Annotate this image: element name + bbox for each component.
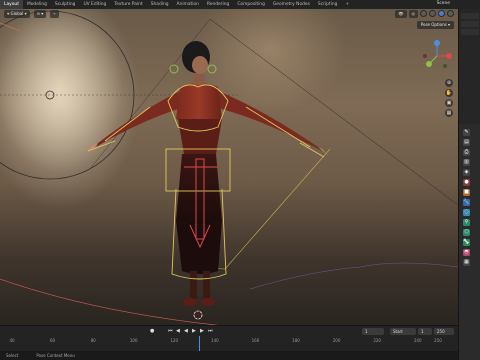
ruler-tick-label: 250 xyxy=(434,338,442,343)
next-keyframe-icon[interactable]: ▶ xyxy=(200,328,204,335)
jump-end-icon[interactable]: ⏭ xyxy=(208,328,213,335)
prev-keyframe-icon[interactable]: ◀ xyxy=(176,328,180,335)
workspace-tab-animation[interactable]: Animation xyxy=(173,0,203,9)
shading-controls: 👁 ◎ xyxy=(395,10,454,18)
orientation-label: Global xyxy=(10,11,24,16)
texture-properties-icon[interactable]: ▦ xyxy=(463,259,470,266)
workspace-tab-compositing[interactable]: Compositing xyxy=(233,0,269,9)
ruler-tick-label: 240 xyxy=(413,338,422,343)
play-icon[interactable]: ▶ xyxy=(192,328,196,335)
wireframe-shading-icon[interactable] xyxy=(420,10,427,17)
ruler-tick-label: 160 xyxy=(251,338,260,343)
view-layer-icon[interactable]: ▥ xyxy=(463,159,470,166)
end-frame-field[interactable]: 250 xyxy=(434,328,454,335)
ik-bone-line[interactable] xyxy=(224,148,331,270)
physics-properties-icon[interactable]: ◌ xyxy=(463,209,470,216)
workspace-tab-modeling[interactable]: Modeling xyxy=(23,0,51,9)
gizmo-y-axis-icon[interactable] xyxy=(426,61,432,67)
visibility-icon[interactable]: 👁 xyxy=(395,10,407,18)
play-reverse-icon[interactable]: ◀ xyxy=(184,328,188,335)
pan-hand-icon[interactable]: ✋ xyxy=(445,89,453,97)
ruler-tick-label: 220 xyxy=(373,338,381,343)
outliner-panel[interactable] xyxy=(459,9,480,124)
transform-orientation-dropdown[interactable]: ⌖ Global ▾ xyxy=(4,10,30,18)
ruler-tick-label: 140 xyxy=(211,338,219,343)
3d-cursor-icon[interactable] xyxy=(193,310,203,320)
workspace-tab-layout[interactable]: Layout xyxy=(0,0,23,9)
object-properties-icon[interactable]: ■ xyxy=(463,189,470,196)
playhead[interactable] xyxy=(199,336,200,351)
viewport-scene[interactable] xyxy=(0,9,458,325)
solid-shading-icon[interactable] xyxy=(429,10,436,17)
ruler-tick-label: 40 xyxy=(9,338,15,343)
status-hint: Select xyxy=(6,353,19,358)
frame-ruler[interactable]: 40 60 80 100 120 140 160 180 200 220 240 250 xyxy=(0,337,458,346)
data-properties-icon[interactable]: ⬡ xyxy=(463,229,470,236)
ruler-tick-label: 180 xyxy=(292,338,300,343)
workspace-tab-texture-paint[interactable]: Texture Paint xyxy=(110,0,146,9)
tool-properties-icon[interactable]: ✎ xyxy=(463,129,470,136)
workspace-tab-geometry-nodes[interactable]: Geometry Nodes xyxy=(269,0,314,9)
keyframe-record-icon[interactable]: ● xyxy=(150,328,154,335)
playback-controls: ● ⏮ ◀ ◀ ▶ ▶ ⏭ 1 Start 1 250 xyxy=(0,327,458,336)
timeline-editor[interactable]: ● ⏮ ◀ ◀ ▶ ▶ ⏭ 1 Start 1 250 40 60 80 100 120… xyxy=(0,325,458,351)
status-hint: Pose Context Menu xyxy=(36,353,75,358)
pivot-dropdown[interactable]: ⊙ ▾ xyxy=(33,10,47,18)
scene-selector[interactable]: Scene xyxy=(437,1,450,6)
snap-toggle[interactable]: ⌁ xyxy=(50,10,59,18)
start-frame-field[interactable]: Start xyxy=(390,328,416,335)
start-label: Start xyxy=(393,329,403,334)
start-value[interactable]: 1 xyxy=(418,328,432,335)
pose-options-dropdown[interactable]: Pose Options ▾ xyxy=(416,21,454,29)
ruler-tick-label: 80 xyxy=(90,338,96,343)
rendered-shading-icon[interactable] xyxy=(447,10,454,17)
modifier-properties-icon[interactable]: 🔧 xyxy=(463,199,470,206)
workspace-tab-shading[interactable]: Shading xyxy=(147,0,173,9)
zoom-icon[interactable]: ⊕ xyxy=(445,79,453,87)
workspace-tab-scripting[interactable]: Scripting xyxy=(314,0,342,9)
world-properties-icon[interactable]: ● xyxy=(463,179,470,186)
camera-view-icon[interactable]: ▣ xyxy=(445,99,453,107)
scene-properties-icon[interactable]: ◈ xyxy=(463,169,470,176)
workspace-tab--[interactable]: + xyxy=(341,0,353,9)
overlay-icon[interactable]: ◎ xyxy=(408,10,418,18)
navigation-gizmo[interactable] xyxy=(420,39,454,73)
gizmo-z-axis-icon[interactable] xyxy=(434,40,440,46)
jump-start-icon[interactable]: ⏮ xyxy=(168,328,173,335)
constraint-properties-icon[interactable]: ⚲ xyxy=(463,219,470,226)
output-properties-icon[interactable]: ⎙ xyxy=(463,149,470,156)
workspace-tab-sculpting[interactable]: Sculpting xyxy=(51,0,80,9)
material-shading-icon[interactable] xyxy=(438,10,445,17)
perspective-toggle-icon[interactable]: ▦ xyxy=(445,109,453,117)
current-frame-field[interactable]: 1 xyxy=(362,328,384,335)
ruler-tick-label: 100 xyxy=(129,338,138,343)
gizmo-x-axis-icon[interactable] xyxy=(446,53,452,59)
status-bar: Select Pose Context Menu xyxy=(0,351,458,360)
ruler-tick-label: 200 xyxy=(332,338,341,343)
pose-options-label: Pose Options xyxy=(420,22,447,27)
workspace-tab-rendering[interactable]: Rendering xyxy=(203,0,233,9)
3d-viewport[interactable]: ⌖ Global ▾ ⊙ ▾ ⌁ 👁 ◎ Pose Options ▾ ⊕ ✋ … xyxy=(0,9,458,325)
properties-strip: ✎ ▤ ⎙ ▥ ◈ ● ■ 🔧 ◌ ⚲ ⬡ 🦴 ◓ ▦ xyxy=(458,9,480,360)
workspace-tab-bar: Layout Modeling Sculpting UV Editing Texture… xyxy=(0,0,480,9)
ruler-tick-label: 60 xyxy=(50,338,56,343)
light-glow xyxy=(0,9,140,209)
workspace-tab-uv-editing[interactable]: UV Editing xyxy=(79,0,110,9)
render-properties-icon[interactable]: ▤ xyxy=(463,139,470,146)
material-properties-icon[interactable]: ◓ xyxy=(463,249,470,256)
ruler-tick-label: 120 xyxy=(170,338,179,343)
viewport-header: ⌖ Global ▾ ⊙ ▾ ⌁ xyxy=(0,9,458,19)
bone-properties-icon[interactable]: 🦴 xyxy=(463,239,470,246)
